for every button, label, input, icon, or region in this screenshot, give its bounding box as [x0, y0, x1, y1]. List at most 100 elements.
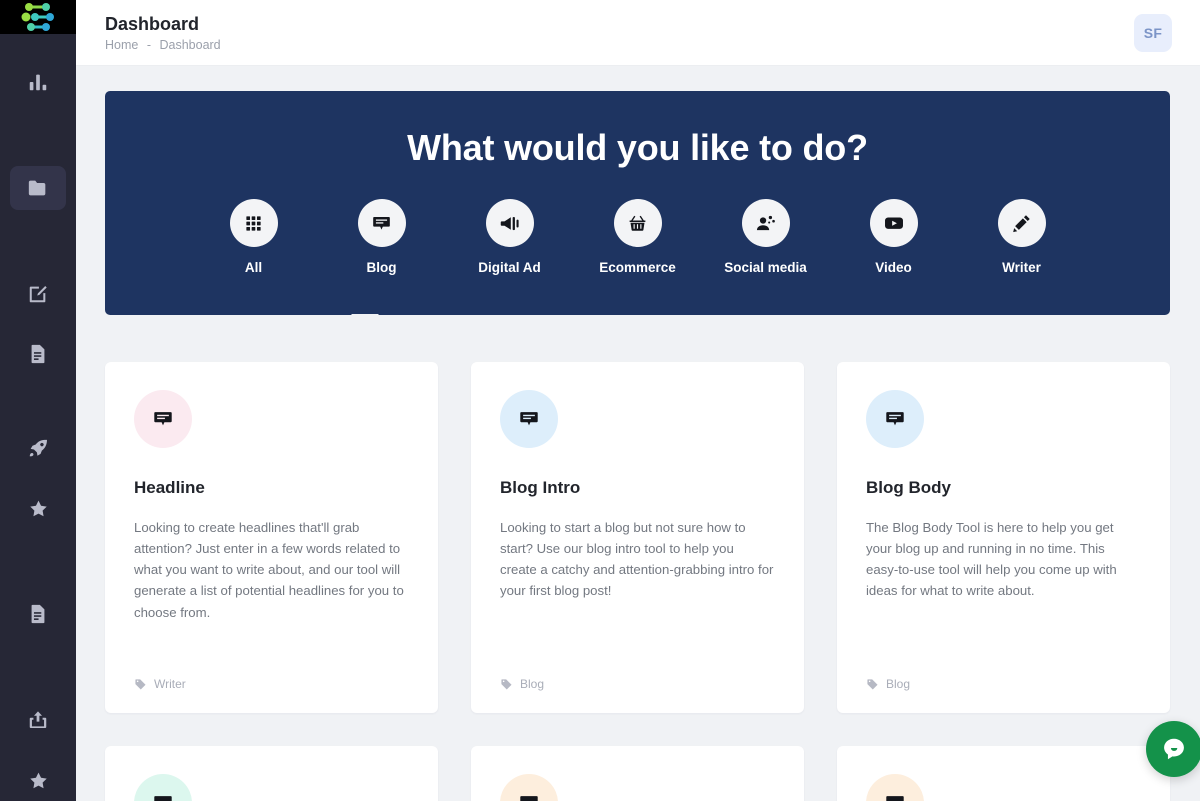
- category-label: All: [244, 260, 263, 275]
- card-footer: Blog: [500, 677, 774, 691]
- category-label: Writer: [1002, 260, 1041, 275]
- chat-widget-button[interactable]: [1146, 721, 1200, 777]
- card-title: Blog Body: [866, 478, 951, 497]
- shopping-basket-icon: [629, 215, 646, 231]
- rocket-icon: [29, 439, 47, 457]
- tag-icon: [867, 678, 878, 690]
- category-icon-wrap: [997, 199, 1046, 247]
- chat-bubble-icon: [154, 412, 172, 426]
- category-icon-wrap: [869, 199, 918, 247]
- category-label: Social media: [724, 260, 807, 275]
- sidebar-item-documents[interactable]: [10, 332, 66, 376]
- content-area: Dashboard Home - Dashboard SF What would…: [76, 0, 1200, 801]
- grid-dots-icon: [246, 215, 261, 231]
- chat-bubble-icon: [373, 216, 390, 230]
- card-icon-wrap: [134, 774, 192, 801]
- category-ecommerce[interactable]: Ecommerce: [592, 199, 684, 275]
- document-lines-icon: [31, 604, 45, 624]
- breadcrumb: Home - Dashboard: [105, 38, 221, 52]
- category-icon-wrap: [357, 199, 406, 247]
- pencil-icon: [1013, 214, 1030, 232]
- folder-icon: [28, 180, 46, 196]
- category-label: Blog: [366, 260, 397, 275]
- upload-box-icon: [29, 711, 47, 728]
- card-footer: Blog: [866, 677, 1140, 691]
- document-lines-icon: [31, 344, 45, 364]
- sidebar-item-launch[interactable]: [10, 426, 66, 470]
- tag-icon: [501, 678, 512, 690]
- tool-card[interactable]: Blog Body The Blog Body Tool is here to …: [837, 362, 1170, 713]
- card-icon-wrap: [866, 390, 924, 448]
- sidebar-item-saved[interactable]: [10, 758, 66, 801]
- edit-square-icon: [29, 286, 47, 303]
- card-footer: Writer: [134, 677, 408, 691]
- category-icon-wrap: [229, 199, 278, 247]
- tool-card[interactable]: [105, 746, 438, 801]
- breadcrumb-current: Dashboard: [159, 38, 221, 53]
- sidebar-item-favorites[interactable]: [10, 486, 66, 530]
- chat-bubble-icon: [520, 796, 538, 801]
- sidebar-item-analytics[interactable]: [10, 60, 66, 104]
- category-video[interactable]: Video: [848, 199, 940, 275]
- app-root: Dashboard Home - Dashboard SF What would…: [0, 0, 1200, 801]
- active-category-pointer: [351, 314, 379, 328]
- hero-banner: What would you like to do? All Blog Digi…: [105, 91, 1170, 328]
- sidebar-item-projects[interactable]: [10, 166, 66, 210]
- category-filter-row: All Blog Digital Ad Ecommerce Social med…: [125, 199, 1150, 275]
- card-description: The Blog Body Tool is here to help you g…: [866, 520, 1117, 599]
- app-logo[interactable]: [0, 0, 76, 34]
- category-icon-wrap: [485, 199, 534, 247]
- card-description: Looking to start a blog but not sure how…: [500, 520, 774, 599]
- avatar[interactable]: SF: [1134, 13, 1172, 52]
- chat-bubble-icon: [886, 412, 904, 426]
- megaphone-icon: [500, 216, 519, 230]
- category-all[interactable]: All: [208, 199, 300, 275]
- card-tag: Blog: [520, 677, 545, 691]
- card-description: Looking to create headlines that'll grab…: [134, 520, 404, 620]
- card-icon-wrap: [500, 390, 558, 448]
- category-digital-ad[interactable]: Digital Ad: [464, 199, 556, 275]
- category-blog[interactable]: Blog: [336, 199, 428, 275]
- tool-card[interactable]: [471, 746, 804, 801]
- page-title: Dashboard: [105, 13, 200, 34]
- people-group-icon: [756, 215, 775, 230]
- category-icon-wrap: [613, 199, 662, 247]
- star-icon: [29, 772, 47, 788]
- card-icon-wrap: [134, 390, 192, 448]
- tool-card[interactable]: Headline Looking to create headlines tha…: [105, 362, 438, 713]
- category-icon-wrap: [741, 199, 790, 247]
- category-writer[interactable]: Writer: [976, 199, 1068, 275]
- chat-bubble-icon: [154, 796, 172, 801]
- top-header: Dashboard Home - Dashboard SF: [76, 0, 1200, 66]
- chat-bubble-icon: [520, 412, 538, 426]
- card-icon-wrap: [866, 774, 924, 801]
- hero-title: What would you like to do?: [407, 127, 868, 168]
- tag-icon: [135, 678, 146, 690]
- sidebar-item-export[interactable]: [10, 698, 66, 742]
- header-titles: Dashboard Home - Dashboard: [105, 13, 221, 53]
- tool-card[interactable]: Blog Intro Looking to start a blog but n…: [471, 362, 804, 713]
- card-tag: Blog: [886, 677, 911, 691]
- category-label: Video: [875, 260, 912, 275]
- sidebar-item-compose[interactable]: [10, 272, 66, 316]
- breadcrumb-separator: -: [146, 38, 151, 53]
- breadcrumb-home[interactable]: Home: [105, 38, 138, 52]
- category-social-media[interactable]: Social media: [720, 199, 812, 275]
- sidebar: [0, 0, 76, 801]
- sidebar-item-templates[interactable]: [10, 592, 66, 636]
- category-label: Ecommerce: [599, 260, 676, 275]
- tool-card[interactable]: [837, 746, 1170, 801]
- star-icon: [29, 500, 47, 516]
- network-nodes-logo-icon: [21, 3, 54, 31]
- sidebar-nav: [0, 34, 76, 801]
- card-title: Headline: [134, 478, 205, 497]
- chat-bubble-icon: [886, 796, 904, 801]
- category-label: Digital Ad: [478, 260, 541, 275]
- main-content: What would you like to do? All Blog Digi…: [76, 66, 1200, 801]
- bar-chart-icon: [29, 74, 47, 91]
- card-icon-wrap: [500, 774, 558, 801]
- card-title: Blog Intro: [500, 478, 581, 497]
- video-play-icon: [884, 217, 903, 229]
- card-tag: Writer: [154, 677, 186, 691]
- chat-bubble-icon: [1164, 738, 1184, 760]
